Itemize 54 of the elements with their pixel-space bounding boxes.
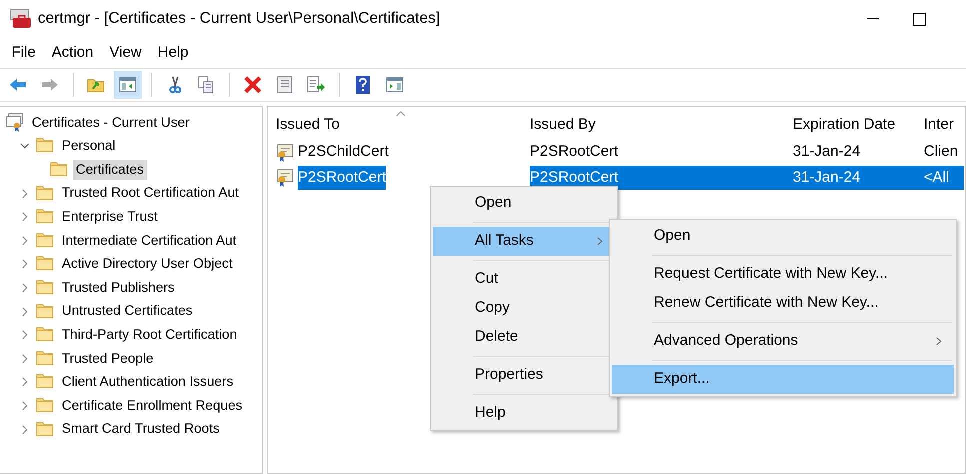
menu-item[interactable]: Request Certificate with New Key... [612,260,954,289]
tree-item[interactable]: Trusted Publishers [59,278,178,298]
menu-item[interactable]: Cut [433,265,615,294]
list-item[interactable]: P2SChildCert [298,141,389,164]
tree-item[interactable]: Untrusted Certificates [59,301,196,322]
table-cell-text: 31-Jan-24 [793,142,862,162]
menu-item[interactable]: Advanced Operations [612,327,954,356]
tree-item[interactable]: Smart Card Trusted Roots [59,419,223,440]
menu-item[interactable]: Help [150,38,197,68]
tree-item[interactable]: Third-Party Root Certification [59,324,240,346]
delete-icon [242,75,263,95]
properties-icon [274,75,294,95]
column-header[interactable]: Issued By [530,114,793,136]
tree-item[interactable]: Active Directory User Object [59,254,236,275]
table-cell-text: Clien [924,142,960,162]
tree-item[interactable]: Certificates - Current User [29,112,193,133]
menu-item[interactable]: Copy [433,294,615,323]
export-list-icon [306,75,326,95]
menu-item[interactable]: Properties [433,361,615,390]
tree-item[interactable]: Enterprise Trust [59,206,161,228]
menu-item[interactable]: Open [612,222,954,251]
menu-item[interactable]: Export... [612,365,954,394]
menu-item[interactable]: Action [44,38,102,68]
pane-toggle-button[interactable] [114,71,142,99]
window-title: certmgr - [Certificates - Current User\Personal\Certificates] [38,9,442,30]
maximize-icon [912,12,926,26]
pane-toggle-icon [118,75,138,95]
table-cell: <All [924,166,964,190]
tree-item[interactable]: Certificates [73,160,147,180]
menu-item[interactable]: Renew Certificate with New Key... [612,289,954,318]
column-header[interactable]: Expiration Date [793,114,924,136]
column-header[interactable]: Issued To [268,114,530,136]
tree-item[interactable]: Client Authentication Issuers [59,372,237,393]
menu-item[interactable]: Help [433,399,615,428]
certificate-store-icon [6,112,24,133]
certificate-icon [276,168,296,188]
tree-item[interactable]: Trusted Root Certification Aut [59,183,242,204]
tree-item[interactable]: Personal [59,136,119,157]
table-cell: 31-Jan-24 [793,166,924,190]
menu-item[interactable]: File [4,38,44,68]
certificate-icon [276,142,296,162]
table-cell: P2SRootCert [530,166,793,190]
pane-toggle-icon [384,75,404,95]
tree-item[interactable]: Trusted People [59,348,157,369]
column-header[interactable]: Inter [924,114,964,136]
list-item[interactable]: P2SRootCert [298,166,386,190]
app-icon [10,8,32,30]
tree-item[interactable]: Certificate Enrollment Reques [59,396,246,416]
tree-item[interactable]: Intermediate Certification Aut [59,230,240,251]
copy-icon [196,75,216,95]
menu-item[interactable]: Delete [433,323,615,352]
menu-item[interactable]: View [102,38,150,68]
menu-item[interactable]: Open [433,189,615,218]
table-cell-text: P2SRootCert [530,142,620,162]
